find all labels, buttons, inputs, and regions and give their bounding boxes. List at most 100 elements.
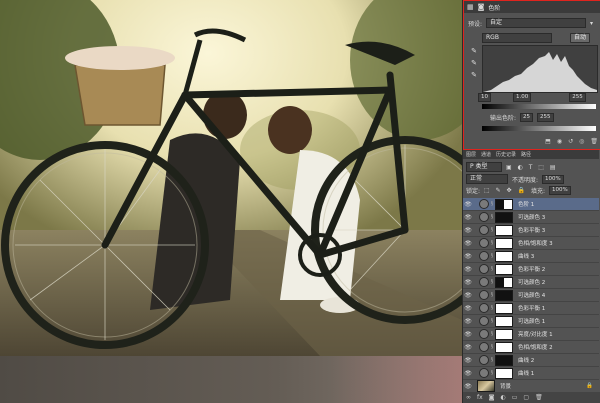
layers-footer: ∞ fx ◙ ◐ ▭ ▢ 🗑 (463, 392, 600, 403)
layer-row[interactable]: 👁 § 亮度/对比度 1 (463, 328, 599, 341)
eye-icon[interactable]: 👁 (463, 253, 473, 260)
eye-icon[interactable]: 👁 (463, 305, 473, 312)
tab-history[interactable]: 历史记录 (496, 151, 516, 158)
layer-row[interactable]: 👁 § 曲线 2 (463, 354, 599, 367)
gray-eyedropper-icon[interactable]: ✎ (470, 59, 478, 67)
eye-icon[interactable]: 👁 (463, 266, 473, 273)
output-levels-slider[interactable] (482, 126, 596, 131)
input-levels-slider[interactable] (482, 104, 596, 109)
tab-channels[interactable]: 通道 (481, 151, 491, 158)
lock-icons[interactable]: ⬚ ✎ ✥ 🔒 (484, 187, 527, 194)
input-white-field[interactable]: 255 (569, 93, 586, 102)
reset-icon[interactable]: ↺ (568, 138, 573, 147)
layer-mask-thumbnail[interactable] (495, 289, 513, 301)
output-white-field[interactable]: 255 (537, 113, 554, 122)
levels-icon: ▦ (467, 3, 474, 11)
layer-row[interactable]: 👁 § 色相/饱和度 2 (463, 341, 599, 354)
eye-icon[interactable]: 👁 (463, 318, 473, 325)
fx-icon[interactable]: fx (477, 394, 483, 401)
layer-mask-thumbnail[interactable] (495, 237, 513, 249)
eye-icon[interactable]: 👁 (463, 344, 473, 351)
add-mask-icon[interactable]: ◙ (489, 394, 495, 401)
output-black-field[interactable]: 25 (520, 113, 534, 122)
eye-icon[interactable]: 👁 (463, 357, 473, 364)
eye-icon[interactable]: 👁 (463, 370, 473, 377)
layer-name: 色相/饱和度 2 (518, 345, 553, 351)
layer-name: 可选颜色 2 (518, 280, 546, 286)
clip-to-layer-icon[interactable]: ⬒ (545, 138, 551, 147)
blend-mode-select[interactable]: 正常 (466, 174, 508, 184)
layer-row[interactable]: 👁 § 曲线 3 (463, 250, 599, 263)
layer-mask-thumbnail[interactable] (495, 211, 513, 223)
adjustment-layer-icon (479, 277, 489, 287)
tab-paths[interactable]: 路径 (521, 151, 531, 158)
trash-icon[interactable]: 🗑 (535, 394, 543, 401)
layer-row[interactable]: 👁 § 色彩平衡 1 (463, 302, 599, 315)
eye-icon[interactable]: 👁 (463, 292, 473, 299)
black-eyedropper-icon[interactable]: ✎ (470, 47, 478, 55)
eye-icon[interactable]: 👁 (463, 201, 473, 208)
layer-mask-thumbnail[interactable] (495, 341, 513, 353)
layer-row[interactable]: 👁 § 可选颜色 2 (463, 276, 599, 289)
lock-icon: 🔒 (586, 383, 593, 389)
white-eyedropper-icon[interactable]: ✎ (470, 71, 478, 79)
visibility-icon[interactable]: ◎ (579, 138, 584, 147)
channel-row: RGB 自动 (468, 33, 591, 43)
eye-icon[interactable]: 👁 (463, 227, 473, 234)
input-mid-field[interactable]: 1.00 (513, 93, 532, 102)
layer-name: 可选颜色 1 (518, 319, 546, 325)
output-row: 输出色阶: 25 255 (490, 113, 554, 122)
layer-mask-thumbnail[interactable] (495, 354, 513, 366)
layer-row[interactable]: 👁 § 可选颜色 3 (463, 211, 599, 224)
new-layer-icon[interactable]: ▢ (523, 394, 529, 401)
layer-thumbnail[interactable] (477, 380, 495, 392)
layer-row[interactable]: 👁 § 色阶 1 (463, 198, 599, 211)
kind-filter-select[interactable]: P 类型 (466, 162, 502, 172)
opacity-field[interactable]: 100% (542, 174, 564, 184)
delete-icon[interactable]: 🗑 (590, 138, 598, 147)
eye-icon[interactable]: 👁 (463, 331, 473, 338)
preset-select[interactable]: 自定 (486, 18, 587, 28)
view-previous-icon[interactable]: ◉ (557, 138, 562, 147)
layer-row[interactable]: 👁 § 曲线 1 (463, 367, 599, 380)
layer-mask-thumbnail[interactable] (495, 263, 513, 275)
layer-mask-thumbnail[interactable] (495, 250, 513, 262)
channel-select[interactable]: RGB (482, 33, 552, 43)
eye-icon[interactable]: 👁 (463, 279, 473, 286)
filter-icons[interactable]: ▣ ◐ T ⬚ ▤ (506, 164, 558, 171)
layer-mask-thumbnail[interactable] (495, 367, 513, 379)
layer-row[interactable]: 👁 § 可选颜色 4 (463, 289, 599, 302)
right-panel: ▦ ◙ 色阶 预设: 自定 ▾ RGB 自动 ✎ ✎ ✎ 10 1.00 255 (462, 0, 600, 403)
folder-icon[interactable]: ▭ (512, 394, 518, 401)
layer-mask-thumbnail[interactable] (495, 224, 513, 236)
layer-row[interactable]: 👁 § 色彩平衡 3 (463, 224, 599, 237)
preset-row: 预设: 自定 ▾ (468, 18, 593, 28)
adjustment-icon[interactable]: ◐ (501, 394, 506, 401)
mask-icon[interactable]: ◙ (478, 3, 485, 11)
eye-icon[interactable]: 👁 (463, 214, 473, 221)
eye-icon[interactable]: 👁 (463, 240, 473, 247)
layers-tabbar: 图层 通道 历史记录 路径 (463, 150, 599, 159)
input-black-field[interactable]: 10 (478, 93, 491, 102)
layer-mask-thumbnail[interactable] (495, 315, 513, 327)
layer-mask-thumbnail[interactable] (495, 328, 513, 340)
auto-button[interactable]: 自动 (570, 33, 591, 43)
layer-name: 曲线 2 (518, 358, 535, 364)
tab-layers[interactable]: 图层 (466, 151, 476, 158)
blend-row: 正常 不透明度: 100% (466, 174, 564, 184)
layer-row[interactable]: 👁 § 色相/饱和度 3 (463, 237, 599, 250)
layer-mask-thumbnail[interactable] (495, 302, 513, 314)
canvas-background (0, 356, 462, 403)
layer-mask-thumbnail[interactable] (495, 276, 513, 288)
photo-canvas[interactable] (0, 0, 462, 356)
properties-title: 色阶 (488, 4, 501, 12)
layer-name: 亮度/对比度 1 (518, 332, 553, 338)
adjustment-layer-icon (479, 238, 489, 248)
link-icon[interactable]: ∞ (466, 394, 471, 401)
layer-name: 可选颜色 3 (518, 215, 546, 221)
layer-mask-thumbnail[interactable] (495, 198, 513, 210)
fill-field[interactable]: 100% (548, 186, 571, 195)
layer-row[interactable]: 👁 § 色彩平衡 2 (463, 263, 599, 276)
layer-row[interactable]: 👁 § 可选颜色 1 (463, 315, 599, 328)
eye-icon[interactable]: 👁 (463, 383, 473, 390)
